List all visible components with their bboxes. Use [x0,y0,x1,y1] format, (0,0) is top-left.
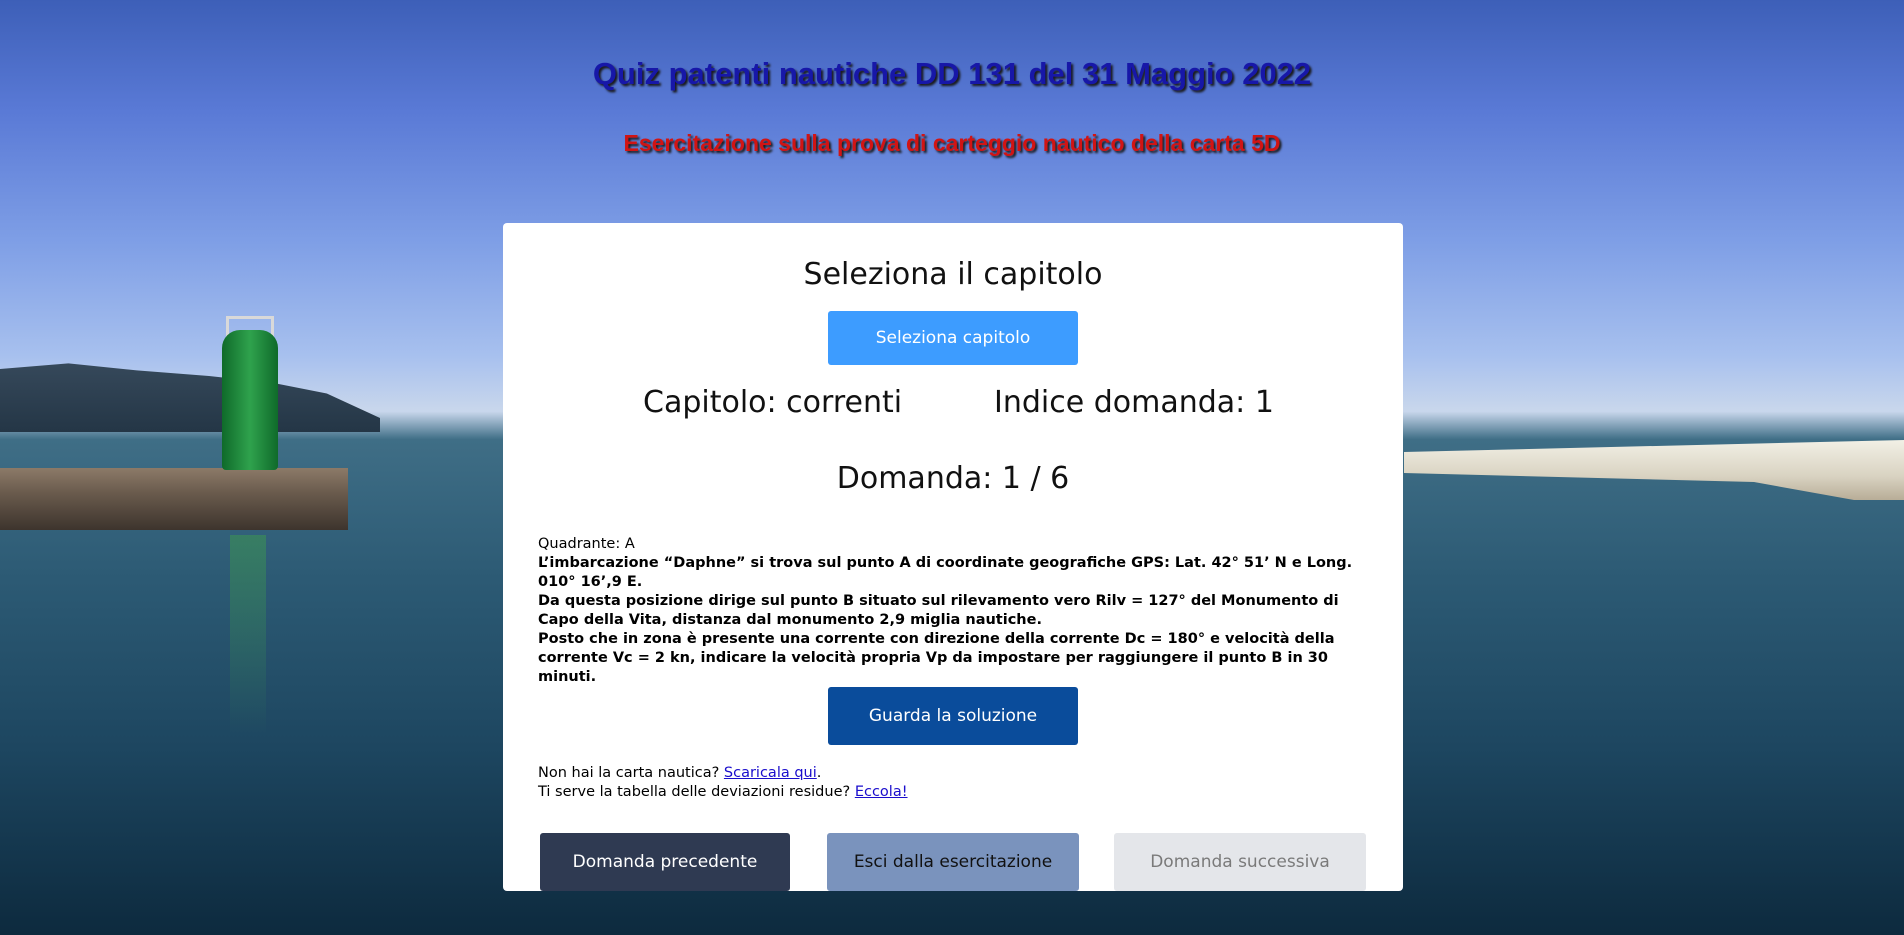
quadrant-label: Quadrante: A [538,536,635,552]
page-title: Quiz patenti nautiche DD 131 del 31 Magg… [592,56,1312,91]
question-text: Quadrante: A L’imbarcazione “Daphne” si … [538,535,1368,687]
quiz-card: Seleziona il capitolo Seleziona capitolo… [503,223,1403,891]
background-hills [0,363,380,432]
question-line: Da questa posizione dirige sul punto B s… [538,593,1339,628]
chart-prompt: Non hai la carta nautica? [538,765,720,781]
table-prompt: Ti serve la tabella delle deviazioni res… [538,784,851,800]
show-solution-button[interactable]: Guarda la soluzione [828,687,1078,745]
select-chapter-button[interactable]: Seleziona capitolo [828,311,1078,365]
resources-links: Non hai la carta nautica? Scaricala qui.… [538,764,1368,802]
page-subtitle: Esercitazione sulla prova di carteggio n… [623,130,1281,156]
deviation-table-link[interactable]: Eccola! [855,784,908,800]
question-line: Posto che in zona è presente una corrent… [538,631,1335,685]
chart-download-line: Non hai la carta nautica? Scaricala qui. [538,764,1368,783]
section-heading: Seleziona il capitolo [803,257,1103,292]
chart-suffix: . [816,765,822,781]
background-lighthouse [222,330,278,470]
question-index-label: Indice domanda: 1 [994,385,1274,420]
background-pier [0,468,348,530]
question-counter: Domanda: 1 / 6 [836,461,1070,496]
exit-exercise-button[interactable]: Esci dalla esercitazione [827,833,1079,891]
chapter-label: Capitolo: correnti [643,385,903,420]
background-breakwater [1404,440,1904,500]
previous-question-button[interactable]: Domanda precedente [540,833,790,891]
next-question-button[interactable]: Domanda successiva [1114,833,1366,891]
download-chart-link[interactable]: Scaricala qui [724,765,817,781]
deviation-table-line: Ti serve la tabella delle deviazioni res… [538,783,1368,802]
question-line: L’imbarcazione “Daphne” si trova sul pun… [538,555,1353,590]
background-reflection [230,535,266,735]
